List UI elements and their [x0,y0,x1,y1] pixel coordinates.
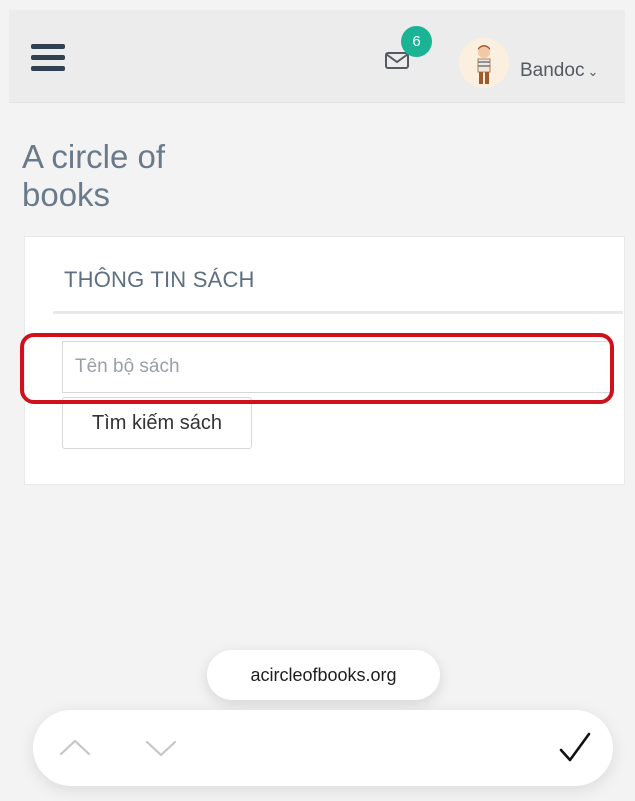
app-screen: 6 Bandoc ⌄ A circle of books THÔNG TIN SÁ… [0,0,635,801]
user-menu[interactable]: Bandoc ⌄ [520,60,598,82]
divider [53,311,623,314]
checkmark-icon[interactable] [555,728,595,768]
avatar[interactable] [459,38,509,88]
user-name: Bandoc [520,60,585,81]
book-set-search-input[interactable] [62,341,612,393]
page-title: A circle of books [22,138,166,213]
chevron-up-icon[interactable] [55,732,95,764]
card-title: THÔNG TIN SÁCH [64,267,255,292]
notification-badge[interactable]: 6 [401,26,432,57]
hamburger-icon[interactable] [31,44,65,72]
url-bar[interactable]: acircleofbooks.org [207,650,440,700]
find-navigation-bar [33,710,613,786]
chevron-down-icon: ⌄ [587,64,599,79]
book-info-card: THÔNG TIN SÁCH Tìm kiếm sách [24,236,625,485]
top-navbar: 6 Bandoc ⌄ [9,10,625,103]
search-books-button[interactable]: Tìm kiếm sách [62,397,252,449]
chevron-down-icon[interactable] [141,732,181,764]
